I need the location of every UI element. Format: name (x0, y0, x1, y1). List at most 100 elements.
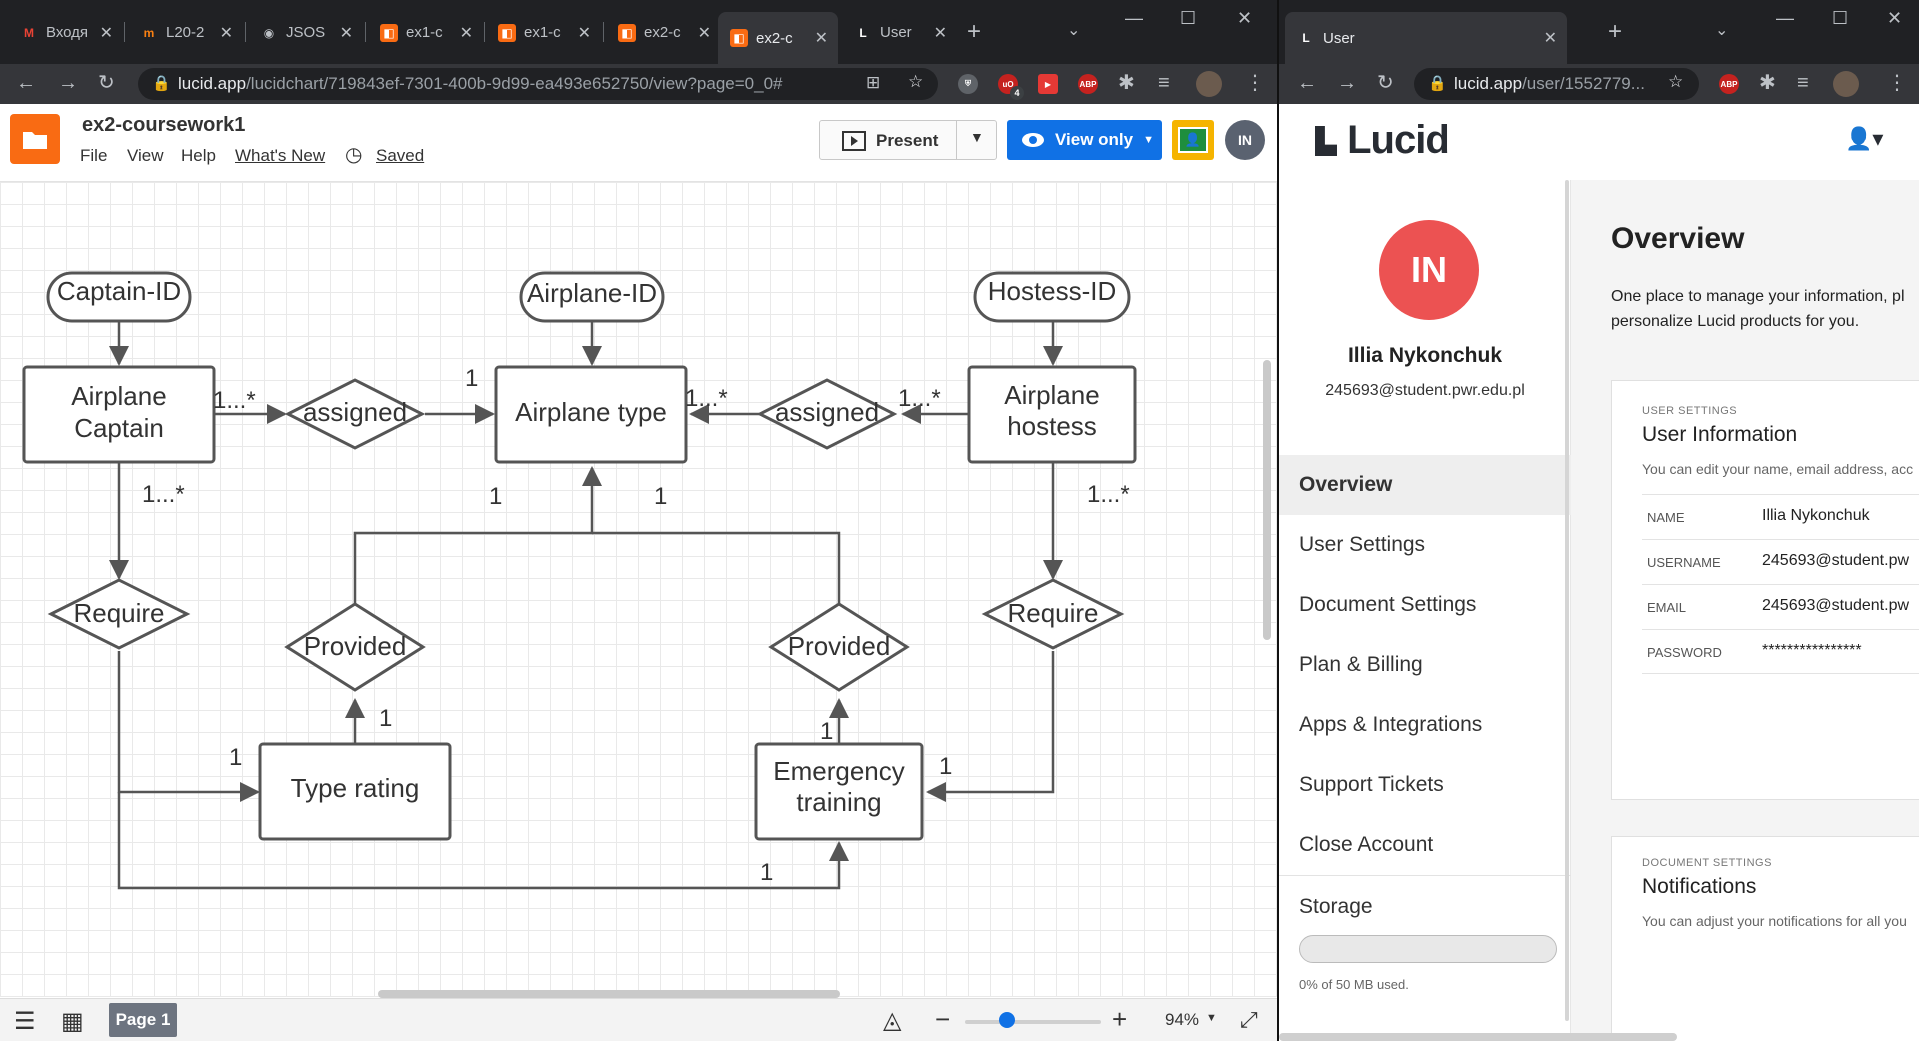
url-host: lucid.app (1454, 74, 1523, 93)
nav-overview[interactable]: Overview (1279, 455, 1571, 515)
media-control-icon[interactable]: ≡ (1158, 73, 1170, 93)
tab-moodle[interactable]: m L20-2 ✕ (128, 14, 243, 51)
forward-icon[interactable]: → (58, 73, 78, 93)
menu-whats-new[interactable]: What's New (235, 146, 325, 166)
present-button[interactable]: Present ▼ (819, 120, 997, 160)
user-info-row-username[interactable]: USERNAME 245693@student.pw (1642, 539, 1919, 584)
nav-support-tickets[interactable]: Support Tickets (1279, 755, 1571, 815)
adblock-plus-icon[interactable]: ABP (1719, 74, 1739, 94)
diagram-canvas[interactable]: Captain-ID Airplane-ID Hostess-ID Airpla… (0, 182, 1277, 997)
tab-search-icon[interactable]: ⌄ (1715, 20, 1728, 40)
close-icon[interactable]: ✕ (100, 23, 113, 43)
lucidchart-logo[interactable] (10, 114, 60, 164)
sidebar-scrollbar[interactable] (1565, 180, 1569, 1021)
close-icon[interactable]: ✕ (460, 23, 473, 43)
menu-file[interactable]: File (80, 146, 107, 166)
maximize-icon[interactable]: ☐ (1832, 8, 1848, 29)
tab-label: User (1323, 29, 1355, 47)
new-tab-icon[interactable]: + (967, 18, 981, 46)
close-icon[interactable]: ✕ (340, 23, 353, 43)
close-icon[interactable]: ✕ (698, 23, 711, 43)
menu-help[interactable]: Help (181, 146, 216, 166)
tab-ex1-a[interactable]: ◧ ex1-c ✕ (368, 14, 483, 51)
vertical-scrollbar[interactable] (1263, 360, 1271, 640)
nav-close-account[interactable]: Close Account (1279, 815, 1571, 875)
shield-extension-icon[interactable]: ⛨ (958, 74, 978, 94)
back-icon[interactable]: ← (16, 73, 36, 93)
zoom-slider-handle[interactable] (999, 1012, 1016, 1028)
profile-avatar[interactable] (1833, 71, 1859, 97)
window-close-icon[interactable]: ✕ (1237, 8, 1252, 29)
google-classroom-icon[interactable]: 👤 (1172, 120, 1214, 160)
account-menu-icon[interactable]: 👤▾ (1845, 126, 1883, 152)
entity-label-line2: Captain (74, 413, 164, 443)
horizontal-scrollbar[interactable] (1279, 1033, 1677, 1041)
new-tab-icon[interactable]: + (1608, 18, 1622, 46)
zoom-dropdown-icon[interactable]: ▼ (1206, 1012, 1217, 1024)
lucidchart-icon: ◧ (618, 23, 636, 42)
zoom-out-icon[interactable]: − (935, 1004, 950, 1035)
tab-label: User (880, 24, 912, 41)
maximize-icon[interactable]: ☐ (1180, 8, 1196, 29)
zoom-level[interactable]: 94% (1165, 1010, 1199, 1030)
bookmark-star-icon[interactable]: ☆ (908, 72, 923, 92)
bookmark-star-icon[interactable]: ☆ (1668, 72, 1683, 92)
saved-status[interactable]: Saved (376, 146, 424, 166)
video-extension-icon[interactable]: ▶ (1038, 74, 1058, 94)
close-icon[interactable]: ✕ (1544, 28, 1557, 48)
extensions-puzzle-icon[interactable]: ✱ (1759, 73, 1776, 93)
view-only-button[interactable]: View only ▼ (1007, 120, 1162, 160)
close-icon[interactable]: ✕ (815, 28, 828, 48)
address-bar[interactable]: 🔒 lucid.app/lucidchart/719843ef-7301-400… (138, 68, 938, 100)
tab-ex1-b[interactable]: ◧ ex1-c ✕ (486, 14, 601, 51)
grid-view-icon[interactable]: ▦ (61, 1007, 84, 1036)
window-close-icon[interactable]: ✕ (1887, 8, 1902, 29)
document-title[interactable]: ex2-coursework1 (82, 114, 245, 137)
adblock-plus-icon[interactable]: ABP (1078, 74, 1098, 94)
tab-jsos[interactable]: ◉ JSOS ✕ (248, 14, 363, 51)
nav-plan-billing[interactable]: Plan & Billing (1279, 635, 1571, 695)
close-icon[interactable]: ✕ (934, 23, 947, 43)
navigate-icon[interactable]: ◬ (883, 1006, 901, 1035)
tab-search-icon[interactable]: ⌄ (1067, 20, 1080, 40)
extensions-puzzle-icon[interactable]: ✱ (1118, 73, 1135, 93)
list-view-icon[interactable]: ☰ (14, 1007, 36, 1036)
lucid-logo[interactable]: Lucid (1315, 118, 1450, 163)
nav-apps-integrations[interactable]: Apps & Integrations (1279, 695, 1571, 755)
media-control-icon[interactable]: ≡ (1797, 73, 1809, 93)
close-icon[interactable]: ✕ (578, 23, 591, 43)
nav-document-settings[interactable]: Document Settings (1279, 575, 1571, 635)
tab-user-active[interactable]: L User ✕ (1285, 12, 1567, 64)
present-dropdown-icon[interactable]: ▼ (970, 129, 984, 145)
tab-label: ex1-c (406, 24, 443, 41)
user-avatar[interactable]: IN (1225, 120, 1265, 160)
forward-icon[interactable]: → (1337, 73, 1357, 93)
back-icon[interactable]: ← (1297, 73, 1317, 93)
tab-label: Входя (46, 24, 89, 41)
reload-icon[interactable]: ↻ (98, 73, 115, 93)
tab-gmail[interactable]: M Входя ✕ (8, 14, 123, 51)
app-grid-icon[interactable]: ⊞ (866, 73, 880, 93)
fullscreen-icon[interactable]: ⤢ (1240, 1007, 1258, 1033)
tab-ex2-a[interactable]: ◧ ex2-c ✕ (606, 14, 721, 51)
nav-user-settings[interactable]: User Settings (1279, 515, 1571, 575)
user-info-row-name[interactable]: NAME Illia Nykonchuk (1642, 494, 1919, 539)
browser-menu-icon[interactable]: ⋮ (1245, 73, 1265, 93)
row-value: 245693@student.pw (1762, 552, 1910, 569)
zoom-in-icon[interactable]: + (1112, 1004, 1127, 1035)
close-icon[interactable]: ✕ (220, 23, 233, 43)
minimize-icon[interactable]: — (1776, 8, 1794, 29)
profile-avatar[interactable] (1196, 71, 1222, 97)
reload-icon[interactable]: ↻ (1377, 73, 1394, 93)
user-info-row-password[interactable]: PASSWORD **************** (1642, 629, 1919, 674)
page-tab[interactable]: Page 1 (109, 1003, 177, 1037)
horizontal-scrollbar[interactable] (378, 990, 840, 998)
zoom-slider[interactable] (965, 1020, 1101, 1024)
address-bar[interactable]: 🔒 lucid.app/user/1552779... ☆ (1414, 68, 1699, 100)
browser-menu-icon[interactable]: ⋮ (1887, 73, 1907, 93)
menu-view[interactable]: View (127, 146, 164, 166)
tab-ex2-active[interactable]: ◧ ex2-c ✕ (718, 12, 838, 64)
user-info-row-email[interactable]: EMAIL 245693@student.pw (1642, 584, 1919, 629)
tab-user[interactable]: L User ✕ (842, 14, 957, 51)
minimize-icon[interactable]: — (1125, 8, 1143, 29)
